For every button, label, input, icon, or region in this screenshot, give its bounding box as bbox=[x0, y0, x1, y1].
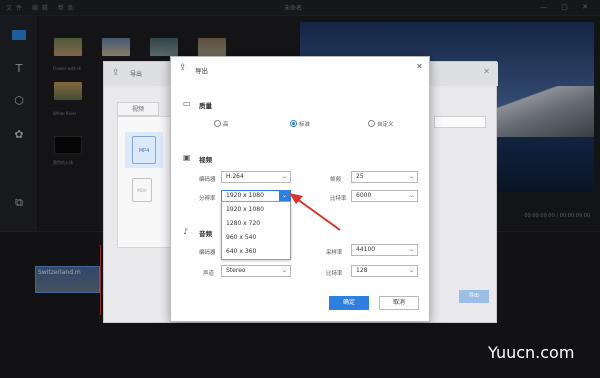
mov-file-icon[interactable]: MOV bbox=[132, 178, 152, 202]
bg-close-icon[interactable]: ✕ bbox=[483, 67, 490, 76]
resolution-label: 分辨率 bbox=[199, 196, 216, 202]
bg-export-button[interactable]: 导出 bbox=[459, 290, 489, 303]
bg-output-field[interactable] bbox=[434, 116, 486, 128]
dialog-title: 导出 bbox=[195, 67, 208, 75]
ok-button[interactable]: 确定 bbox=[329, 296, 369, 310]
chevron-down-icon: ⌄ bbox=[281, 267, 287, 274]
close-icon[interactable]: ✕ bbox=[416, 62, 423, 71]
audio-bitrate-label: 比特率 bbox=[326, 271, 343, 277]
quality-heading: 质量 bbox=[199, 102, 212, 110]
mp4-file-icon: MP4 bbox=[132, 136, 156, 164]
audio-encoder-label: 编码器 bbox=[199, 250, 216, 256]
tab-video[interactable]: 视频 bbox=[117, 102, 159, 116]
export-icon: ⇪ bbox=[179, 63, 187, 73]
samplerate-select[interactable]: 44100 ⌄ bbox=[351, 244, 418, 256]
chevron-down-icon: ⌄ bbox=[408, 173, 414, 180]
audio-icon: ♪ bbox=[183, 227, 189, 236]
quality-label-high: 高 bbox=[223, 122, 229, 128]
watermark: Yuucn.com bbox=[488, 343, 575, 362]
chevron-down-icon: ⌄ bbox=[281, 173, 287, 180]
resolution-value: 1920 x 1080 bbox=[226, 192, 264, 199]
quality-radio-high[interactable] bbox=[214, 120, 221, 127]
export-settings-dialog: ⇪ 导出 ✕ ▭ 质量 高 标准 自定义 ▣ 视频 编码器 H.264 ⌄ 帧频… bbox=[170, 56, 430, 322]
chevron-down-icon: ⌄ bbox=[408, 267, 414, 274]
export-icon: ⇪ bbox=[112, 68, 120, 78]
film-icon: ▣ bbox=[183, 153, 191, 162]
framerate-value: 25 bbox=[356, 173, 364, 180]
video-encoder-value: H.264 bbox=[226, 173, 244, 180]
chevron-down-icon: ⌄ bbox=[408, 246, 414, 253]
resolution-option[interactable]: 1280 x 720 bbox=[226, 220, 260, 227]
resolution-option[interactable]: 960 x 540 bbox=[226, 234, 256, 241]
framerate-label: 帧频 bbox=[330, 177, 342, 183]
video-bitrate-select[interactable]: 6000 ⌄ bbox=[351, 190, 418, 202]
samplerate-value: 44100 bbox=[356, 246, 376, 253]
audio-heading: 音频 bbox=[199, 230, 212, 238]
video-bitrate-value: 6000 bbox=[356, 192, 372, 199]
channel-label: 声道 bbox=[203, 271, 215, 277]
cancel-button[interactable]: 取消 bbox=[379, 296, 419, 310]
channel-select[interactable]: Stereo ⌄ bbox=[221, 265, 291, 277]
framerate-select[interactable]: 25 ⌄ bbox=[351, 171, 418, 183]
quality-radio-standard[interactable] bbox=[290, 120, 297, 127]
chevron-down-icon: ⌄ bbox=[408, 192, 414, 199]
quality-label-custom: 自定义 bbox=[377, 122, 394, 128]
audio-bitrate-value: 128 bbox=[356, 267, 368, 274]
resolution-option[interactable]: 1920 x 1080 bbox=[226, 206, 264, 213]
monitor-icon: ▭ bbox=[183, 99, 191, 108]
video-encoder-select[interactable]: H.264 ⌄ bbox=[221, 171, 291, 183]
quality-label-standard: 标准 bbox=[299, 122, 311, 128]
quality-radio-custom[interactable] bbox=[368, 120, 375, 127]
video-encoder-label: 编码器 bbox=[199, 177, 216, 183]
bg-dialog-title: 导出 bbox=[130, 71, 143, 78]
audio-bitrate-select[interactable]: 128 ⌄ bbox=[351, 265, 418, 277]
samplerate-label: 采样率 bbox=[326, 250, 343, 256]
resolution-option[interactable]: 640 x 360 bbox=[226, 248, 256, 255]
annotation-arrow-icon bbox=[289, 193, 341, 231]
resolution-dropdown-list: 1920 x 1080 1280 x 720 960 x 540 640 x 3… bbox=[221, 201, 291, 260]
video-heading: 视频 bbox=[199, 156, 212, 164]
channel-value: Stereo bbox=[226, 267, 246, 274]
